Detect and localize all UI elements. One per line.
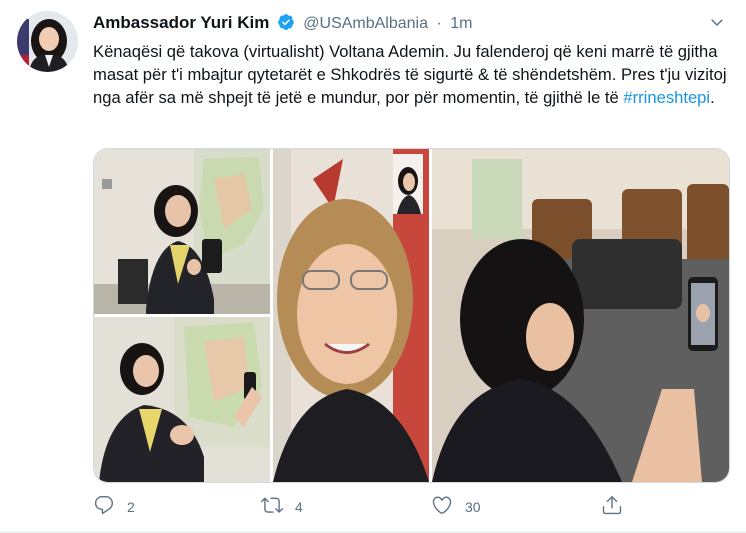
reply-button[interactable]: 2 [93, 494, 135, 520]
retweet-icon [261, 494, 283, 521]
tweet-time[interactable]: 1m [450, 15, 472, 32]
avatar[interactable] [17, 11, 78, 72]
reply-icon [93, 494, 115, 521]
tweet[interactable]: Ambassador Yuri Kim @USAmbAlbania · 1m K… [0, 0, 746, 533]
retweet-count: 4 [295, 499, 303, 515]
author-name[interactable]: Ambassador Yuri Kim [93, 13, 269, 32]
photo-2[interactable] [94, 317, 270, 482]
photo-1[interactable] [94, 149, 270, 314]
reply-count: 2 [127, 499, 135, 515]
like-count: 30 [465, 499, 481, 515]
photo-4[interactable] [432, 149, 729, 482]
separator-dot: · [436, 15, 442, 32]
retweet-button[interactable]: 4 [261, 494, 303, 520]
share-icon [601, 494, 623, 521]
media-grid [93, 148, 730, 483]
hashtag-link[interactable]: #rrineshtepi [623, 88, 710, 107]
share-button[interactable] [601, 494, 623, 520]
tweet-text-end: . [710, 88, 715, 107]
tweet-header: Ambassador Yuri Kim @USAmbAlbania · 1m [93, 13, 730, 35]
photo-3[interactable] [273, 149, 429, 482]
author-handle[interactable]: @USAmbAlbania [303, 15, 428, 32]
tweet-actions: 2 4 30 [93, 494, 653, 520]
heart-icon [431, 494, 453, 521]
chevron-down-icon[interactable] [708, 13, 726, 31]
verified-badge-icon [277, 13, 295, 36]
tweet-text: Kënaqësi që takova (virtualisht) Voltana… [93, 40, 733, 109]
like-button[interactable]: 30 [431, 494, 481, 520]
